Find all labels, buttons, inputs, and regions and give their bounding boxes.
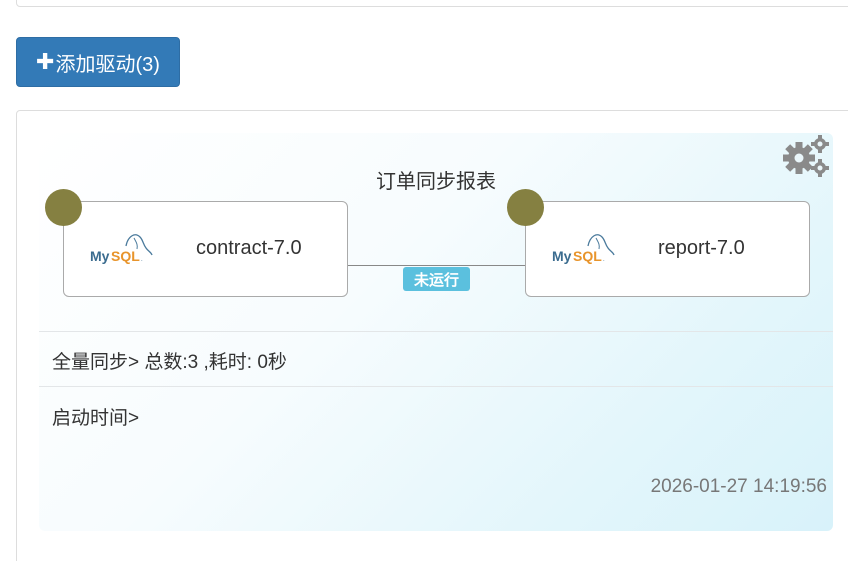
svg-text:My: My <box>552 248 572 264</box>
updated-timestamp: 2026-01-27 14:19:56 <box>650 476 827 497</box>
status-badge: 未运行 <box>403 267 470 291</box>
svg-text:SQL: SQL <box>111 248 140 264</box>
add-driver-label: 添加驱动(3) <box>55 53 160 76</box>
task-title: 订单同步报表 <box>376 171 496 193</box>
start-time-label: 启动时间> <box>52 408 140 429</box>
svg-text:SQL: SQL <box>573 248 602 264</box>
svg-text:.: . <box>603 257 605 263</box>
divider <box>39 331 833 332</box>
source-node[interactable]: My SQL . contract-7.0 <box>45 189 348 297</box>
mysql-logo: My SQL . <box>552 234 615 264</box>
svg-text:.: . <box>141 257 143 263</box>
connection-line <box>348 265 525 266</box>
sync-task-card: 订单同步报表 My SQL . contract-7.0 未运行 My SQL … <box>16 110 848 561</box>
target-connection-dot[interactable] <box>507 189 544 226</box>
top-panel <box>16 0 848 7</box>
sync-info: 全量同步> 总数:3 ,耗时: 0秒 <box>52 352 287 373</box>
divider <box>39 386 833 387</box>
source-connection-dot[interactable] <box>45 189 82 226</box>
sync-task-panel[interactable]: 订单同步报表 My SQL . contract-7.0 未运行 My SQL … <box>39 133 833 531</box>
target-node-name: report-7.0 <box>658 237 745 259</box>
plus-icon: ✚ <box>36 49 55 74</box>
target-node[interactable]: My SQL . report-7.0 <box>507 189 810 297</box>
mysql-logo: My SQL . <box>90 234 153 264</box>
add-driver-button[interactable]: ✚ 添加驱动(3) <box>16 37 180 87</box>
source-node-name: contract-7.0 <box>196 237 302 259</box>
svg-text:My: My <box>90 248 110 264</box>
